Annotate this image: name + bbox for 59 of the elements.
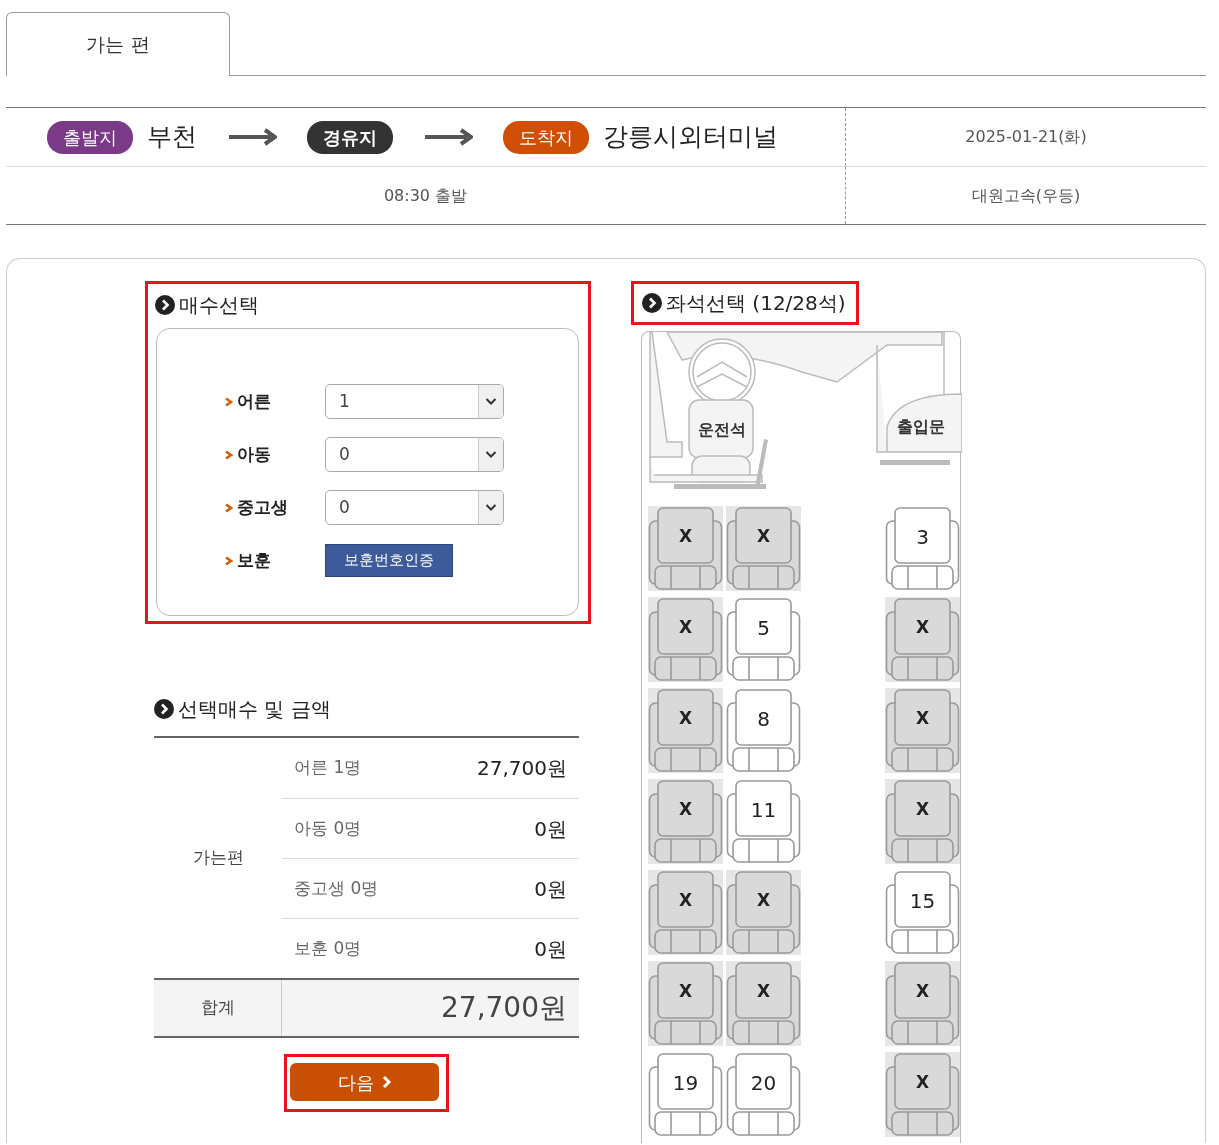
verify-button[interactable]: 보훈번호인증 <box>325 544 453 577</box>
fare-amount: 0원 <box>534 875 567 903</box>
section-title: 좌석선택 (12/28석) <box>666 290 846 317</box>
chevron-icon <box>225 555 233 566</box>
count-select[interactable]: 0 <box>325 437 504 472</box>
caret-icon <box>485 503 497 512</box>
next-button[interactable]: 다음 <box>290 1063 439 1101</box>
fare-label: 보훈 0명 <box>294 936 362 960</box>
total-label: 합계 <box>200 996 235 1020</box>
section-title: 선택매수 및 금액 <box>178 696 331 723</box>
seat-button[interactable]: X <box>885 779 960 864</box>
chevron-icon <box>382 1075 391 1089</box>
count-select[interactable]: 1 <box>325 384 504 419</box>
passenger-label: 아동 <box>237 442 271 466</box>
seat-area-label: 출입문 <box>897 416 945 438</box>
seat-button[interactable]: X <box>648 597 723 682</box>
tab[interactable]: 가는 편 <box>6 12 230 76</box>
seat-button[interactable]: X <box>885 597 960 682</box>
stop-name: 강릉시외터미널 <box>603 121 778 154</box>
seat-button[interactable]: X <box>648 506 723 591</box>
total-amount: 27,700원 <box>441 990 567 1026</box>
fare-amount: 27,700원 <box>477 755 567 782</box>
seat-button[interactable]: X <box>648 961 723 1046</box>
seat-button[interactable]: X <box>648 779 723 864</box>
seat-button[interactable]: X <box>726 506 801 591</box>
seat-button[interactable]: X <box>726 961 801 1046</box>
chevron-circle-icon <box>155 295 175 315</box>
fare-label: 중고생 0명 <box>294 876 379 900</box>
caret-icon <box>485 397 497 406</box>
stop-badge: 경유지 <box>307 120 393 154</box>
section-title: 매수선택 <box>179 292 259 319</box>
fare-amount: 0원 <box>534 935 567 963</box>
trip-date: 2025-01-21(화) <box>965 126 1087 148</box>
fare-label: 어른 1명 <box>294 756 362 780</box>
stop-badge: 도착지 <box>503 120 589 154</box>
bus-company: 대원고속(우등) <box>971 184 1081 207</box>
passenger-label: 중고생 <box>237 495 288 519</box>
seat-button[interactable]: X <box>885 688 960 773</box>
fare-amount: 0원 <box>534 815 567 843</box>
chevron-icon <box>225 449 233 460</box>
stop-badge: 출발지 <box>47 120 133 154</box>
chevron-circle-icon <box>642 293 662 313</box>
stop-name: 부천 <box>147 121 197 154</box>
chevron-icon <box>225 396 233 407</box>
passenger-label: 어른 <box>237 389 271 413</box>
chevron-icon <box>225 502 233 513</box>
seat-button[interactable]: X <box>885 961 960 1046</box>
departure-time: 08:30 출발 <box>383 184 468 207</box>
seat-area-label: 운전석 <box>698 419 746 441</box>
seat-button[interactable]: X <box>726 870 801 955</box>
seat-button[interactable]: X <box>648 688 723 773</box>
seat-button[interactable]: X <box>648 870 723 955</box>
fare-label: 아동 0명 <box>294 816 362 840</box>
seat-button[interactable]: X <box>885 1052 960 1137</box>
group-label: 가는편 <box>192 846 244 870</box>
chevron-circle-icon <box>154 699 174 719</box>
count-select[interactable]: 0 <box>325 490 504 525</box>
passenger-label: 보훈 <box>237 548 271 572</box>
caret-icon <box>485 450 497 459</box>
